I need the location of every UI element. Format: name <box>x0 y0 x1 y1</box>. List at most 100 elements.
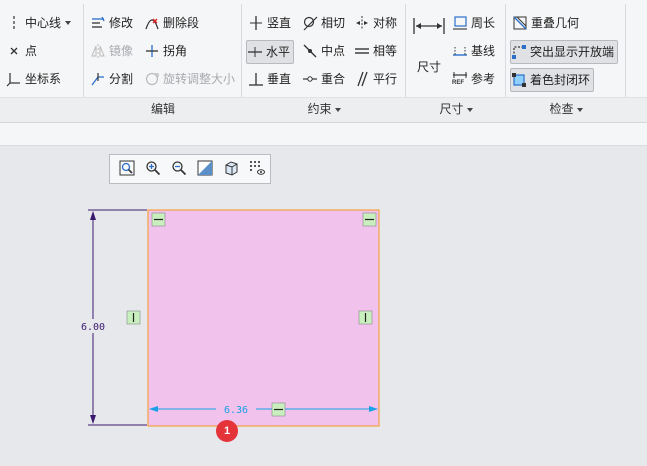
point-button[interactable]: 点 <box>6 40 37 62</box>
perimeter-icon <box>452 15 468 31</box>
overlapping-geometry-label: 重叠几何 <box>531 16 580 30</box>
delete-segment-label: 删除段 <box>163 16 200 30</box>
parallel-label: 平行 <box>373 72 398 86</box>
horizontal-constraint-icon <box>247 44 263 60</box>
midpoint-button[interactable]: 中点 <box>302 40 345 62</box>
modify-icon <box>90 15 106 31</box>
view-toolbar <box>109 154 271 184</box>
modify-button[interactable]: 修改 <box>90 12 133 34</box>
symmetric-icon <box>354 15 370 31</box>
centerline-button[interactable]: 中心线 <box>6 12 72 34</box>
shade-closed-loops-button[interactable]: 着色封闭环 <box>510 68 595 92</box>
baseline-button[interactable]: 基线 <box>452 40 495 62</box>
inspect-group-title[interactable]: 检查 <box>506 98 626 120</box>
equal-label: 相等 <box>373 44 398 58</box>
chevron-down-icon <box>576 107 583 112</box>
reference-icon-text: REF <box>452 80 464 86</box>
midpoint-label: 中点 <box>321 44 346 58</box>
centerline-icon <box>6 15 22 31</box>
mirror-button[interactable]: 镜像 <box>90 40 133 62</box>
mirror-icon <box>90 43 106 59</box>
parallel-button[interactable]: 平行 <box>354 68 397 90</box>
zoom-out-icon <box>171 160 187 179</box>
chevron-down-icon <box>466 107 473 112</box>
vertical-label: 竖直 <box>267 16 292 30</box>
chevron-down-icon[interactable] <box>65 21 72 25</box>
reference-label: 参考 <box>471 72 496 86</box>
rotate-resize-icon <box>144 71 160 87</box>
perpendicular-button[interactable]: 垂直 <box>248 68 291 90</box>
model-tree-strip <box>0 123 647 146</box>
dimension-button[interactable]: 尺寸 <box>412 16 446 78</box>
highlight-open-ends-button[interactable]: 突出显示开放端 <box>510 40 619 64</box>
point-label: 点 <box>25 44 38 58</box>
perpendicular-label: 垂直 <box>267 72 292 86</box>
divide-label: 分割 <box>109 72 134 86</box>
modify-label: 修改 <box>109 16 134 30</box>
display-style-icon <box>197 160 213 179</box>
coincident-button[interactable]: 重合 <box>302 68 345 90</box>
zoom-in-icon <box>145 160 161 179</box>
symmetric-button[interactable]: 对称 <box>354 12 397 34</box>
refit-icon <box>119 160 135 179</box>
constrain-group-title[interactable]: 约束 <box>242 98 406 120</box>
equal-button[interactable]: 相等 <box>354 40 397 62</box>
shade-closed-loops-icon <box>511 72 527 88</box>
corner-icon <box>144 43 160 59</box>
refit-button[interactable] <box>114 157 140 181</box>
step-marker-badge: 1 <box>216 420 238 442</box>
vertical-constraint-icon <box>248 15 264 31</box>
reference-icon: REF <box>452 71 468 87</box>
edit-group-title[interactable]: 编辑 <box>84 98 242 120</box>
chevron-down-icon <box>334 107 341 112</box>
horizontal-label: 水平 <box>266 45 291 59</box>
rotate-resize-button[interactable]: 旋转调整大小 <box>144 68 235 90</box>
cube-icon <box>223 160 239 179</box>
centerline-label: 中心线 <box>25 16 62 30</box>
equal-icon <box>354 43 370 59</box>
corner-label: 拐角 <box>163 44 188 58</box>
datum-display-button[interactable] <box>244 157 270 181</box>
reference-button[interactable]: REF 参考 <box>452 68 495 90</box>
rotate-resize-label: 旋转调整大小 <box>163 72 236 86</box>
coincident-icon <box>302 71 318 87</box>
divide-button[interactable]: 分割 <box>90 68 133 90</box>
perimeter-button[interactable]: 周长 <box>452 12 495 34</box>
point-icon <box>6 43 22 59</box>
zoom-out-button[interactable] <box>166 157 192 181</box>
tangent-button[interactable]: 相切 <box>302 12 345 34</box>
coincident-label: 重合 <box>321 72 346 86</box>
overlapping-geometry-icon <box>512 15 528 31</box>
dimension-label: 尺寸 <box>416 60 441 74</box>
coord-system-label: 坐标系 <box>25 72 62 86</box>
symmetric-label: 对称 <box>373 16 398 30</box>
perpendicular-icon <box>248 71 264 87</box>
zoom-in-button[interactable] <box>140 157 166 181</box>
vertical-button[interactable]: 竖直 <box>248 12 291 34</box>
corner-button[interactable]: 拐角 <box>144 40 187 62</box>
baseline-label: 基线 <box>471 44 496 58</box>
highlight-open-ends-label: 突出显示开放端 <box>530 45 615 59</box>
horizontal-button[interactable]: 水平 <box>246 40 295 64</box>
graphics-area[interactable] <box>0 146 647 466</box>
dimension-group-title[interactable]: 尺寸 <box>406 98 506 120</box>
ribbon: 中心线 点 坐标系 修改 删除段 镜像 拐角 分割 旋转调整大小 竖直 相切 对… <box>0 0 647 123</box>
tangent-icon <box>302 15 318 31</box>
group-title-bar: 编辑 约束 尺寸 检查 <box>0 97 647 122</box>
perimeter-label: 周长 <box>471 16 496 30</box>
delete-segment-button[interactable]: 删除段 <box>144 12 199 34</box>
datum-display-icon <box>249 160 265 179</box>
mirror-label: 镜像 <box>109 44 134 58</box>
coord-system-button[interactable]: 坐标系 <box>6 68 61 90</box>
display-style-button[interactable] <box>192 157 218 181</box>
coordinate-system-icon <box>6 71 22 87</box>
overlapping-geometry-button[interactable]: 重叠几何 <box>512 12 579 34</box>
parallel-icon <box>354 71 370 87</box>
delete-segment-icon <box>144 15 160 31</box>
highlight-open-ends-icon <box>511 44 527 60</box>
saved-orientation-button[interactable] <box>218 157 244 181</box>
midpoint-icon <box>302 43 318 59</box>
baseline-icon <box>452 43 468 59</box>
divide-icon <box>90 71 106 87</box>
tangent-label: 相切 <box>321 16 346 30</box>
